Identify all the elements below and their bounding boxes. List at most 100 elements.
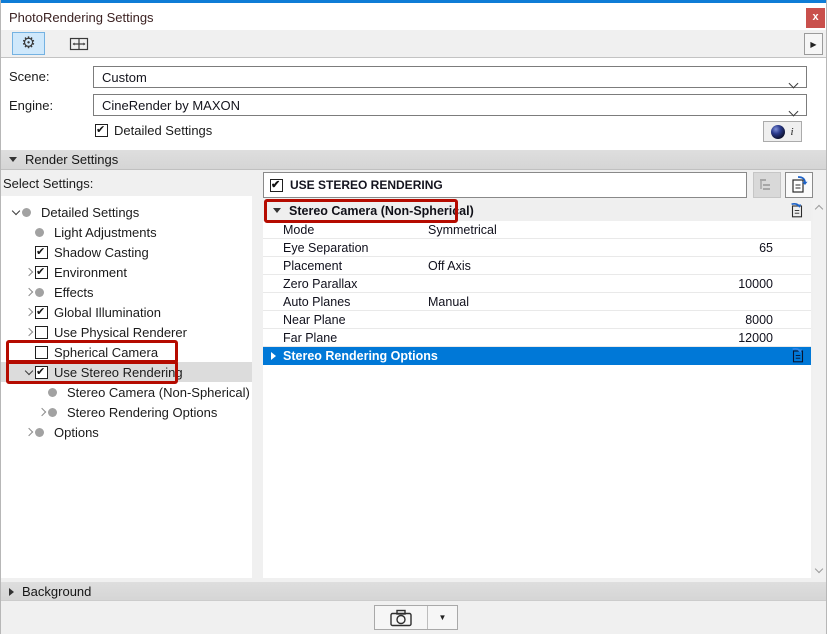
use-stereo-rendering-field[interactable]: USE STEREO RENDERING: [263, 172, 747, 198]
detailed-settings-checkbox[interactable]: [95, 123, 108, 137]
tree-item-stereo-camera-non-spherical[interactable]: Stereo Camera (Non-Spherical): [1, 382, 252, 402]
chevron-collapsed-icon[interactable]: [22, 307, 35, 317]
setting-value[interactable]: Off Axis: [428, 259, 811, 273]
setting-row-near-plane[interactable]: Near Plane 8000: [263, 311, 811, 329]
document-arrow-icon[interactable]: [788, 202, 806, 222]
background-section-header[interactable]: Background: [1, 582, 826, 602]
hierarchy-list-icon: [760, 179, 770, 190]
use-stereo-rendering-checkbox[interactable]: [35, 365, 54, 379]
tree-item-label: Use Stereo Rendering: [54, 364, 183, 380]
size-tab-button[interactable]: [62, 32, 95, 55]
chevron-collapsed-icon[interactable]: [22, 267, 35, 277]
setting-label: Eye Separation: [283, 240, 369, 255]
scene-label: Scene:: [9, 69, 50, 84]
cinerender-sphere-icon: [771, 124, 786, 139]
tree-item-label: Global Illumination: [54, 304, 161, 320]
environment-checkbox[interactable]: [35, 265, 54, 279]
form-area: Scene: Custom Engine: CineRender by MAXO…: [1, 58, 826, 150]
setting-label: Placement: [283, 258, 343, 273]
tree-item-spherical-camera[interactable]: Spherical Camera: [1, 342, 252, 362]
toolbar-overflow-button[interactable]: ▶: [804, 33, 823, 55]
camera-dropdown-button[interactable]: ▼: [428, 606, 457, 629]
toolbar: ⚙ ▶: [1, 30, 826, 58]
tree-item-effects[interactable]: Effects: [1, 282, 252, 302]
scroll-down-icon[interactable]: [814, 564, 824, 574]
tree-item-label: Options: [54, 424, 99, 440]
bullet-dot-icon: [35, 427, 54, 437]
render-settings-label: Render Settings: [25, 152, 119, 167]
document-arrow-icon[interactable]: [789, 347, 807, 367]
document-arrow-icon: [792, 176, 808, 193]
bullet-dot-icon: [22, 207, 41, 217]
scene-dropdown[interactable]: Custom: [93, 66, 807, 90]
tree-item-light-adjustments[interactable]: Light Adjustments: [1, 222, 252, 242]
chevron-collapsed-icon[interactable]: [22, 327, 35, 337]
vertical-scrollbar[interactable]: [813, 200, 826, 578]
engine-value: CineRender by MAXON: [102, 97, 240, 113]
spherical-camera-checkbox[interactable]: [35, 345, 54, 359]
setting-row-far-plane[interactable]: Far Plane 12000: [263, 329, 811, 347]
scroll-up-icon[interactable]: [814, 204, 824, 214]
setting-label: Auto Planes: [283, 294, 351, 309]
setting-row-placement[interactable]: Placement Off Axis: [263, 257, 811, 275]
tree-view-button[interactable]: [753, 172, 781, 198]
tree-item-label: Environment: [54, 264, 127, 280]
setting-value[interactable]: 65: [428, 241, 811, 255]
setting-row-mode[interactable]: Mode Symmetrical: [263, 221, 811, 239]
settings-tab-button[interactable]: ⚙: [12, 32, 45, 55]
cinerender-info-button[interactable]: i: [763, 121, 802, 142]
setting-label: Far Plane: [283, 330, 338, 345]
gear-icon: ⚙: [21, 34, 36, 52]
camera-button[interactable]: [375, 606, 428, 629]
setting-value[interactable]: Symmetrical: [428, 223, 811, 237]
tree-item-environment[interactable]: Environment: [1, 262, 252, 282]
tree-item-label: Effects: [54, 284, 94, 300]
setting-label: Near Plane: [283, 312, 346, 327]
window-title: PhotoRendering Settings: [9, 10, 154, 25]
render-settings-section-header[interactable]: Render Settings: [1, 150, 826, 170]
engine-label: Engine:: [9, 98, 54, 113]
chevron-expanded-icon[interactable]: [9, 206, 22, 215]
tree-item-use-stereo-rendering[interactable]: Use Stereo Rendering: [1, 362, 252, 382]
use-stereo-rendering-checkbox[interactable]: [270, 178, 283, 192]
triangle-right-icon: [271, 352, 276, 360]
tree-item-global-illumination[interactable]: Global Illumination: [1, 302, 252, 322]
setting-value[interactable]: 10000: [428, 277, 811, 291]
triangle-down-icon: [273, 208, 281, 213]
stereo-rendering-options-label: Stereo Rendering Options: [283, 349, 438, 363]
stereo-camera-group-header[interactable]: Stereo Camera (Non-Spherical): [263, 199, 811, 223]
setting-value[interactable]: Manual: [428, 295, 811, 309]
chevron-expanded-icon[interactable]: [22, 366, 35, 375]
use-stereo-rendering-label: USE STEREO RENDERING: [290, 178, 443, 192]
shadow-casting-checkbox[interactable]: [35, 245, 54, 259]
use-physical-renderer-checkbox[interactable]: [35, 325, 54, 339]
tree-item-detailed-settings[interactable]: Detailed Settings: [1, 202, 252, 222]
tree-item-options[interactable]: Options: [1, 422, 252, 442]
tree-item-use-physical-renderer[interactable]: Use Physical Renderer: [1, 322, 252, 342]
setting-value[interactable]: 12000: [428, 331, 811, 345]
setting-row-eye-separation[interactable]: Eye Separation 65: [263, 239, 811, 257]
tree-item-stereo-rendering-options[interactable]: Stereo Rendering Options: [1, 402, 252, 422]
stereo-rendering-options-row[interactable]: Stereo Rendering Options: [263, 347, 811, 365]
tree-item-shadow-casting[interactable]: Shadow Casting: [1, 242, 252, 262]
settings-table-panel: Stereo Camera (Non-Spherical) Mode Symmet…: [263, 199, 811, 578]
settings-tree: Detailed Settings Light Adjustments Shadow…: [1, 196, 252, 578]
close-button[interactable]: x: [806, 8, 825, 28]
render-camera-split-button[interactable]: ▼: [374, 605, 458, 630]
setting-value[interactable]: 8000: [428, 313, 811, 327]
setting-label: Zero Parallax: [283, 276, 358, 291]
info-icon: i: [790, 125, 794, 138]
import-settings-button[interactable]: [785, 172, 813, 198]
chevron-collapsed-icon[interactable]: [35, 407, 48, 417]
engine-dropdown[interactable]: CineRender by MAXON: [93, 94, 807, 117]
chevron-collapsed-icon[interactable]: [22, 287, 35, 297]
tree-item-label: Detailed Settings: [41, 204, 140, 220]
background-label: Background: [22, 584, 92, 599]
setting-row-zero-parallax[interactable]: Zero Parallax 10000: [263, 275, 811, 293]
chevron-collapsed-icon[interactable]: [22, 427, 35, 437]
global-illumination-checkbox[interactable]: [35, 305, 54, 319]
setting-row-auto-planes[interactable]: Auto Planes Manual: [263, 293, 811, 311]
chevron-down-icon: [788, 75, 799, 90]
tree-item-label: Spherical Camera: [54, 344, 159, 360]
bullet-dot-icon: [35, 287, 54, 297]
